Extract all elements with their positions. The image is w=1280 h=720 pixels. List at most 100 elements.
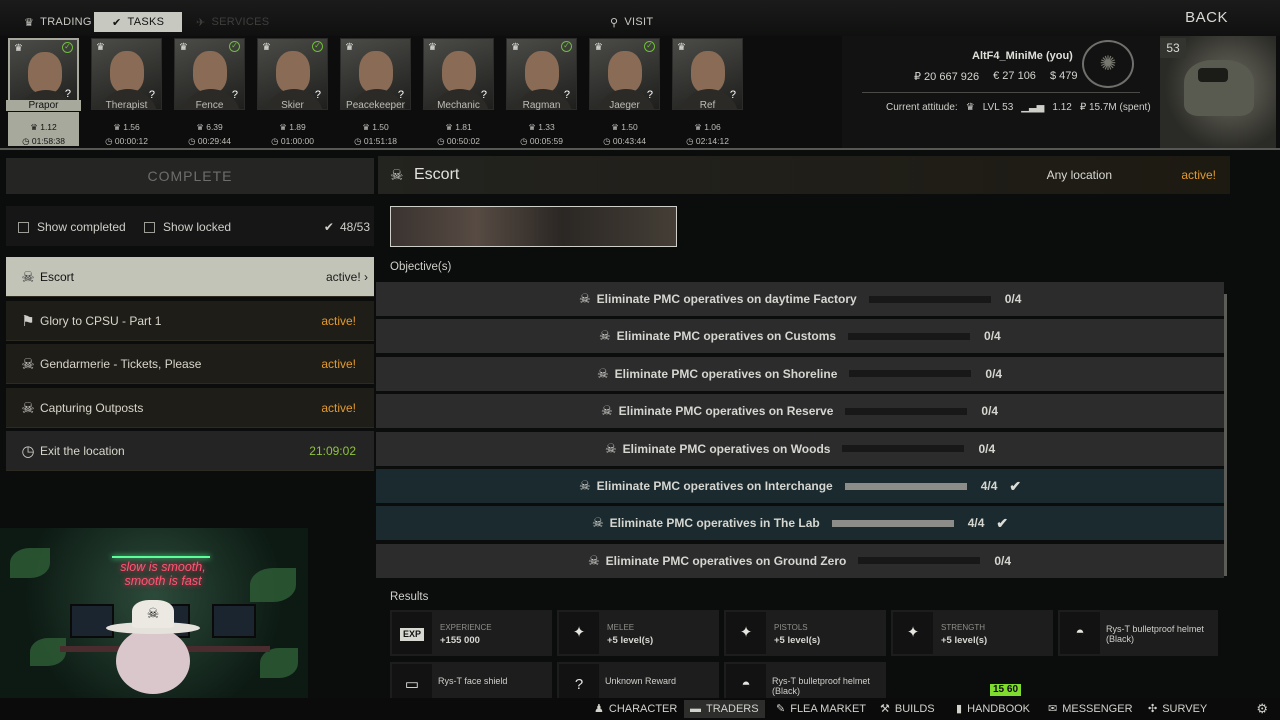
divider xyxy=(862,92,1140,93)
trader-card-peacekeeper[interactable]: ♛? Peacekeeper ♛ 1.50 ◷ 01:51:18 xyxy=(338,38,413,148)
quest-title: Escort xyxy=(414,166,460,183)
trader-card-ragman[interactable]: ♛ ✓? Ragman ♛ 1.33 ◷ 00:05:59 xyxy=(504,38,579,148)
trader-reputation: ♛ 1.81 xyxy=(421,122,496,133)
quest-item[interactable]: ◷ Exit the location 21:09:02 xyxy=(6,431,374,471)
face-graphic xyxy=(525,51,559,93)
quest-count: ✔ 48/53 xyxy=(324,220,370,234)
reward-item[interactable]: ✦ STRENGTH +5 level(s) xyxy=(891,610,1053,656)
bulb-icon: ✦ xyxy=(893,612,933,654)
messenger-icon: ✉ xyxy=(1048,703,1058,715)
check-circle-icon: ✓ xyxy=(62,42,73,53)
nav-handbook-label: HANDBOOK xyxy=(967,702,1031,715)
reputation-value: 1.81 xyxy=(455,122,472,132)
objective-text: Eliminate PMC operatives on Ground Zero xyxy=(605,553,847,568)
objective-text: Eliminate PMC operatives on Interchange xyxy=(596,479,833,493)
quest-name: Exit the location xyxy=(40,444,125,458)
clock-icon: ◷ xyxy=(520,136,530,146)
nav-character[interactable]: ♟ CHARACTER xyxy=(594,702,678,716)
show-completed-checkbox[interactable]: Show completed xyxy=(18,220,126,234)
skull-icon: ☠ xyxy=(597,365,609,381)
objective-text: Eliminate PMC operatives in The Lab xyxy=(609,516,820,531)
trader-card-prapor[interactable]: ♛ ✓? Prapor ♛ 1.12 ◷ 01:58:38 xyxy=(6,38,81,148)
trader-card-ref[interactable]: ♛? Ref ♛ 1.06 ◷ 02:14:12 xyxy=(670,38,745,148)
services-icon: ✈ xyxy=(196,16,206,29)
nav-character-label: CHARACTER xyxy=(608,702,678,715)
trader-card-mechanic[interactable]: ♛? Mechanic ♛ 1.81 ◷ 00:50:02 xyxy=(421,38,496,148)
trader-name: Peacekeeper xyxy=(346,100,405,111)
quest-location: Any location xyxy=(1046,168,1112,182)
quest-count-value: 48/53 xyxy=(339,220,370,234)
tab-services-label: SERVICES xyxy=(211,16,270,28)
nav-builds[interactable]: ⚒ BUILDS xyxy=(880,702,935,716)
reputation-value: 1.06 xyxy=(704,122,721,132)
quest-status-text: active! xyxy=(325,270,361,284)
settings-gear-icon[interactable]: ⚙ xyxy=(1256,701,1268,717)
reward-item[interactable]: EXP EXPERIENCE +155 000 xyxy=(390,610,552,656)
trader-restock-timer: ◷ 00:50:02 xyxy=(421,136,496,147)
trader-reputation: ♛ 1.12 xyxy=(6,122,81,133)
complete-button[interactable]: COMPLETE xyxy=(6,158,374,194)
quest-item[interactable]: ☠ Gendarmerie - Tickets, Please active! xyxy=(6,344,374,384)
check-circle-icon: ✔ xyxy=(112,16,122,29)
reward-title: STRENGTH xyxy=(941,623,985,632)
crown-icon: ♛ xyxy=(594,42,603,53)
reputation-value: 1.56 xyxy=(123,122,140,132)
quest-item[interactable]: ⚑ Glory to CPSU - Part 1 active! xyxy=(6,300,374,341)
reward-name: Rys-T face shield xyxy=(438,676,508,686)
helmet-icon: ◓ xyxy=(1060,612,1100,654)
visit-button[interactable]: ⚲ VISIT xyxy=(610,12,653,32)
clock-icon: ◷ xyxy=(354,136,364,146)
reward-item[interactable]: ✦ PISTOLS +5 level(s) xyxy=(724,610,886,656)
plant-decoration xyxy=(250,568,296,602)
objective-progress-bar xyxy=(842,445,965,453)
crown-icon: ♛ xyxy=(179,42,188,53)
results-label: Results xyxy=(390,591,429,603)
tab-trading-label: TRADING xyxy=(40,16,92,28)
nav-flea-market[interactable]: ✎ FLEA MARKET xyxy=(776,702,866,716)
objective-progress-text: 0/4 xyxy=(985,366,1003,381)
run-icon: ⚑ xyxy=(21,312,35,330)
objective-content: ☠ Eliminate PMC operatives on Shoreline 0/… xyxy=(597,357,1002,391)
trader-card-therapist[interactable]: ♛? Therapist ♛ 1.56 ◷ 00:00:12 xyxy=(89,38,164,148)
objective-row: ☠ Eliminate PMC operatives on Ground Zero… xyxy=(376,543,1224,578)
restock-time: 01:00:00 xyxy=(280,136,314,146)
face-graphic xyxy=(442,51,476,93)
crown-icon: ♛ xyxy=(113,122,124,132)
scrollbar[interactable] xyxy=(1224,294,1227,576)
back-button[interactable]: BACK xyxy=(1185,9,1228,26)
tab-tasks[interactable]: ✔ TASKS xyxy=(94,12,182,32)
quest-status: active! xyxy=(321,357,356,371)
trader-restock-timer: ◷ 02:14:12 xyxy=(670,136,745,147)
trader-card-jaeger[interactable]: ♛ ✓? Jaeger ♛ 1.50 ◷ 00:43:44 xyxy=(587,38,662,148)
survey-icon: ✣ xyxy=(1148,703,1158,715)
nav-traders[interactable]: ▬ TRADERS xyxy=(684,700,765,718)
restock-time: 00:00:12 xyxy=(114,136,148,146)
standing-value: 1.12 xyxy=(1052,102,1072,113)
reward-item[interactable]: ◓ Rys-T bulletproof helmet (Black) xyxy=(1058,610,1218,656)
crown-icon: ♛ xyxy=(511,42,520,53)
trader-card-skier[interactable]: ♛ ✓? Skier ♛ 1.89 ◷ 01:00:00 xyxy=(255,38,330,148)
restock-time: 02:14:12 xyxy=(695,136,729,146)
objective-content: ☠ Eliminate PMC operatives on Reserve 0/4 xyxy=(601,394,998,428)
nav-survey[interactable]: ✣ SURVEY xyxy=(1148,702,1207,716)
objective-content: ☠ Eliminate PMC operatives in The Lab 4/4 ✔ xyxy=(592,506,1008,540)
trader-name: Prapor xyxy=(6,100,81,111)
trader-name: Therapist xyxy=(105,100,148,111)
roubles-balance: ₽ 20 667 926 xyxy=(914,71,980,83)
objective-progress-bar xyxy=(858,557,981,565)
checkbox-box xyxy=(144,221,155,233)
skull-icon: ☠ xyxy=(599,328,611,344)
show-locked-checkbox[interactable]: Show locked xyxy=(144,220,231,234)
nav-messenger[interactable]: ✉ MESSENGER xyxy=(1048,702,1133,716)
quest-item[interactable]: ☠ Capturing Outposts active! xyxy=(6,387,374,428)
crown-icon: ♛ xyxy=(14,43,23,54)
reward-item[interactable]: ✦ MELEE +5 level(s) xyxy=(557,610,719,656)
skull-icon: ☠ xyxy=(21,356,35,373)
trader-card-fence[interactable]: ♛ ✓? Fence ♛ 6.39 ◷ 00:29:44 xyxy=(172,38,247,148)
quest-item[interactable]: ☠ Escort active! › xyxy=(6,257,374,297)
restock-time: 00:43:44 xyxy=(612,136,646,146)
objective-text: Eliminate PMC operatives on Shoreline xyxy=(614,366,838,381)
tab-trading[interactable]: ♛ TRADING xyxy=(24,12,92,32)
nav-handbook[interactable]: ▮ HANDBOOK xyxy=(956,702,1031,716)
objective-progress-text: 0/4 xyxy=(981,404,999,419)
